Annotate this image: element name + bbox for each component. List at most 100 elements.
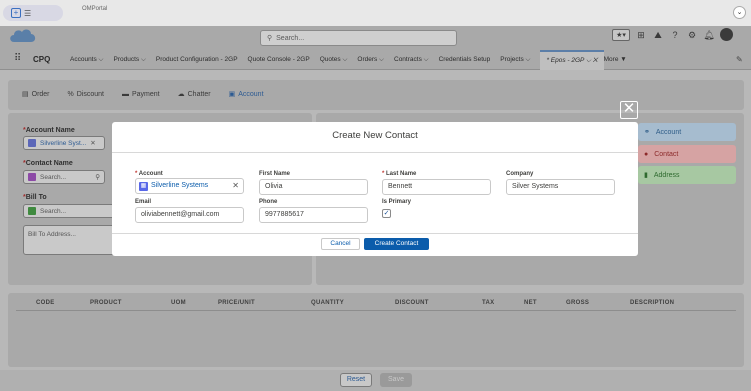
account-name-lookup[interactable]: Silverline Syst... ✕ (23, 136, 105, 150)
menu-icon[interactable]: ☰ (24, 9, 31, 18)
phone-field[interactable]: 9977885617 (259, 207, 368, 223)
avatar[interactable] (720, 28, 733, 41)
nav-item-credentials-setup[interactable]: Credentials Setup (439, 56, 501, 63)
save-button[interactable]: Save (380, 373, 412, 387)
column-net: NET (524, 300, 537, 306)
bill-to-placeholder: Search... (40, 207, 67, 215)
reset-button[interactable]: Reset (340, 373, 372, 387)
chat-icon: ☁ (177, 91, 185, 98)
phone-label: Phone (259, 199, 278, 205)
tab-account[interactable]: ▣ Account (229, 90, 264, 99)
nav-item-accounts[interactable]: Accounts ⌵ (70, 56, 113, 64)
account-pill[interactable]: ⚭ Account (638, 123, 736, 141)
account-name-value: Silverline Syst... (40, 139, 87, 147)
nav-tab-active-epos[interactable]: * Epos - 2GP ⌵ ✕ (540, 49, 604, 70)
column-gross: GROSS (566, 300, 590, 306)
column-discount: DISCOUNT (395, 300, 429, 306)
tab-discount-label: Discount (76, 90, 104, 98)
account-field-label: * Account (135, 171, 163, 177)
nav-item-products[interactable]: Products ⌵ (113, 56, 155, 64)
tab-order-label: Order (31, 90, 50, 98)
global-search-input[interactable]: ⚲ Search... (260, 30, 457, 46)
salesforce-cloud-logo (10, 29, 36, 42)
company-label: Company (506, 171, 534, 177)
nav-item-projects[interactable]: Projects ⌵ (500, 56, 540, 64)
nav-more[interactable]: More ▼ (604, 56, 637, 63)
percent-icon: % (67, 90, 74, 98)
app-launcher-icon[interactable]: ⠿ (14, 53, 21, 64)
app-name: CPQ (33, 55, 51, 64)
modal-footer-divider (112, 233, 638, 234)
contact-name-label: *Contact Name (23, 160, 73, 167)
column-code: CODE (36, 300, 55, 306)
create-contact-button[interactable]: Create Contact (364, 238, 429, 250)
tab-order[interactable]: ▤ Order (22, 90, 50, 99)
alert-icon: ● (644, 150, 649, 158)
tab-account-label: Account (238, 90, 264, 98)
nav-items: Accounts ⌵ Products ⌵ Product Configurat… (70, 49, 637, 70)
new-tab-icon[interactable]: + (11, 8, 21, 18)
modal-divider (112, 152, 638, 153)
search-icon: ⚲ (267, 35, 273, 42)
clear-icon[interactable]: ✕ (90, 139, 95, 147)
bill-to-address-textarea[interactable]: Bill To Address... (23, 225, 119, 255)
chevron-down-icon[interactable]: ⌄ (733, 6, 746, 19)
account-icon: ▦ (139, 181, 148, 191)
card-icon: ▬ (122, 90, 129, 98)
email-label: Email (135, 199, 152, 205)
nav-item-quotes[interactable]: Quotes ⌵ (320, 56, 358, 64)
nav-item-product-configuration[interactable]: Product Configuration - 2GP (156, 56, 248, 63)
nav-item-orders[interactable]: Orders ⌵ (357, 56, 394, 64)
browser-tab[interactable]: + ☰ (3, 5, 63, 21)
modal-title: Create New Contact (332, 130, 418, 141)
tab-discount[interactable]: % Discount (68, 90, 104, 98)
account-lookup-field[interactable]: ▦ Silverline Systems ✕ (135, 178, 244, 194)
address-pill[interactable]: ▮ Address (638, 166, 736, 184)
first-name-field[interactable]: Olivia (259, 179, 368, 195)
cancel-button[interactable]: Cancel (321, 238, 360, 250)
bill-to-label: *Bill To (23, 194, 47, 201)
favorites-icon[interactable]: ★▾ (612, 28, 630, 41)
record-tabs: ▤ Order % Discount ▬ Payment ☁ Chatter ▣ Acco… (22, 90, 264, 99)
bill-to-search[interactable]: Search... (23, 204, 119, 218)
address-icon: ▮ (644, 172, 648, 179)
help-icon[interactable]: ? (669, 29, 681, 41)
gear-icon[interactable]: ⚙ (686, 29, 698, 41)
address-pill-label: Address (653, 171, 680, 179)
notification-bell-icon[interactable]: 🔔︎ (703, 29, 715, 41)
checkmark-icon: ✓ (383, 210, 390, 217)
contact-pill[interactable]: ● Contact (638, 145, 736, 163)
close-modal-icon[interactable]: ✕ (620, 101, 638, 119)
contact-pill-label: Contact (654, 150, 679, 158)
nav-item-contracts[interactable]: Contracts ⌵ (394, 56, 439, 64)
last-name-label: * Last Name (382, 171, 417, 177)
trailhead-icon[interactable]: ⛰ (652, 29, 664, 41)
account-name-label: *Account Name (23, 127, 75, 134)
edit-nav-pencil-icon[interactable]: ✎ (736, 55, 743, 64)
footer-bar (0, 370, 751, 391)
add-icon[interactable]: ⊞ (635, 29, 647, 41)
search-placeholder: Search... (276, 34, 305, 42)
contact-placeholder: Search... (40, 173, 67, 181)
tab-payment[interactable]: ▬ Payment (122, 90, 160, 98)
clear-selection-icon[interactable]: ✕ (232, 179, 243, 193)
column-product: PRODUCT (90, 300, 122, 306)
is-primary-checkbox[interactable]: ✓ (382, 209, 391, 218)
account-icon (28, 139, 36, 147)
tab-chatter[interactable]: ☁ Chatter (177, 90, 211, 99)
bill-to-address-placeholder: Bill To Address... (28, 231, 76, 238)
last-name-field[interactable]: Bennett (382, 179, 491, 195)
column-quantity: QUANTITY (311, 300, 345, 306)
column-price-unit: PRICE/UNIT (218, 300, 256, 306)
document-icon: ▤ (22, 91, 29, 98)
nav-item-quote-console[interactable]: Quote Console - 2GP (248, 56, 320, 63)
table-header-row: CODE PRODUCT UOM PRICE/UNIT QUANTITY DIS… (16, 300, 736, 311)
account-pill-label: Account (655, 128, 682, 136)
column-uom: UOM (171, 300, 186, 306)
email-field[interactable]: oliviabennett@gmail.com (135, 207, 244, 223)
company-field[interactable]: Silver Systems (506, 179, 615, 195)
tab-title[interactable]: OMPortal (82, 6, 107, 12)
contact-name-search[interactable]: Search... ⚲ (23, 170, 105, 184)
address-icon (28, 207, 36, 215)
column-tax: TAX (482, 300, 495, 306)
